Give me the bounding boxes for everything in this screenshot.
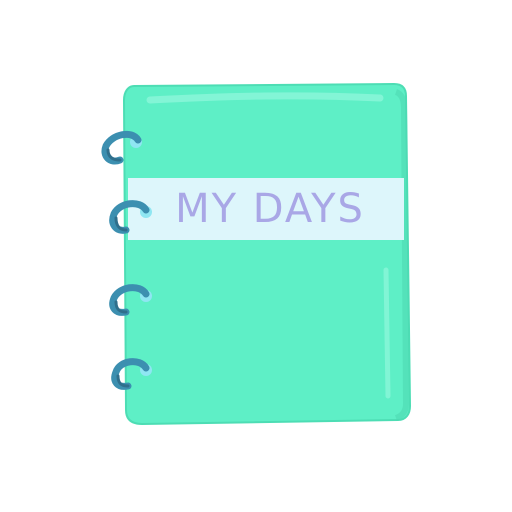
cover-shape	[122, 82, 412, 426]
cover-side-highlight	[383, 267, 391, 399]
title-label: MY DAYS	[128, 178, 404, 240]
notebook-cover	[122, 82, 412, 426]
cover-top-highlight	[146, 92, 384, 104]
notebook-illustration: MY DAYS	[0, 0, 512, 512]
spiral-notebook-icon: MY DAYS	[101, 82, 412, 426]
notebook-title: MY DAYS	[175, 186, 365, 232]
